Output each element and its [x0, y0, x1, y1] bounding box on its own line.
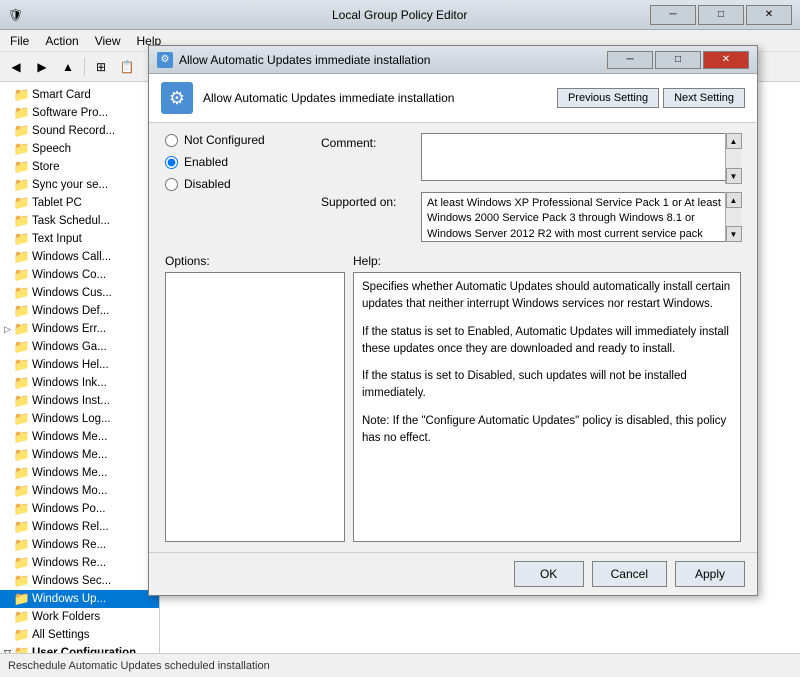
- dialog-title-bar: ⚙ Allow Automatic Updates immediate inst…: [149, 46, 757, 74]
- next-setting-button[interactable]: Next Setting: [663, 88, 745, 108]
- options-box: [165, 272, 345, 542]
- dialog-body: Not Configured Enabled Disabled Comment:: [149, 123, 757, 552]
- supported-scroll-up[interactable]: ▲: [726, 192, 742, 208]
- help-para-3: If the status is set to Disabled, such u…: [362, 368, 732, 403]
- expand-arrow: ▽: [4, 648, 14, 654]
- form-fields: Comment: ▲ ▼ Supported on:: [321, 133, 741, 250]
- comment-label: Comment:: [321, 133, 421, 150]
- settings-dialog: ⚙ Allow Automatic Updates immediate inst…: [148, 45, 758, 596]
- radio-section: Not Configured Enabled Disabled: [165, 133, 305, 250]
- options-help-row: Options: Help: Specifies whether Automat…: [165, 254, 741, 542]
- radio-enabled[interactable]: Enabled: [165, 155, 305, 169]
- disabled-radio[interactable]: [165, 178, 178, 191]
- options-section: Options:: [165, 254, 345, 542]
- help-label: Help:: [353, 254, 741, 268]
- dialog-minimize-button[interactable]: ─: [607, 51, 653, 69]
- comment-row: Comment: ▲ ▼: [321, 133, 741, 184]
- help-box: Specifies whether Automatic Updates shou…: [353, 272, 741, 542]
- sidebar-item-user-config[interactable]: ▽ 📁 User Configuration: [0, 644, 159, 653]
- folder-icon: 📁: [14, 645, 30, 653]
- supported-label: Supported on:: [321, 192, 421, 209]
- status-bar: Reschedule Automatic Updates scheduled i…: [0, 653, 800, 677]
- dialog-header-icon: ⚙: [161, 82, 193, 114]
- dialog-header-title: Allow Automatic Updates immediate instal…: [203, 91, 557, 105]
- folder-icon: 📁: [14, 627, 30, 643]
- radio-not-configured[interactable]: Not Configured: [165, 133, 305, 147]
- comment-textarea[interactable]: [421, 133, 741, 181]
- disabled-label: Disabled: [184, 177, 231, 191]
- expand-arrow: [4, 630, 14, 640]
- previous-setting-button[interactable]: Previous Setting: [557, 88, 659, 108]
- dialog-title-controls: ─ □ ✕: [607, 51, 749, 69]
- help-para-2: If the status is set to Enabled, Automat…: [362, 324, 732, 359]
- help-para-1: Specifies whether Automatic Updates shou…: [362, 279, 732, 314]
- dialog-maximize-button[interactable]: □: [655, 51, 701, 69]
- dialog-title-text: Allow Automatic Updates immediate instal…: [179, 53, 607, 67]
- supported-row: Supported on: At least Windows XP Profes…: [321, 192, 741, 242]
- sidebar-label-user: User Configuration: [32, 647, 136, 653]
- dialog-nav-buttons: Previous Setting Next Setting: [557, 88, 745, 108]
- dialog-header: ⚙ Allow Automatic Updates immediate inst…: [149, 74, 757, 123]
- sidebar-label-all: All Settings: [32, 629, 90, 641]
- help-section: Help: Specifies whether Automatic Update…: [353, 254, 741, 542]
- help-para-4: Note: If the "Configure Automatic Update…: [362, 413, 732, 448]
- dialog-footer: OK Cancel Apply: [149, 552, 757, 595]
- sidebar-item-all-settings[interactable]: 📁 All Settings: [0, 626, 159, 644]
- dialog-close-button[interactable]: ✕: [703, 51, 749, 69]
- status-text: Reschedule Automatic Updates scheduled i…: [8, 660, 270, 672]
- cancel-button[interactable]: Cancel: [592, 561, 667, 587]
- scroll-up-arrow[interactable]: ▲: [726, 133, 742, 149]
- dialog-overlay: ⚙ Allow Automatic Updates immediate inst…: [0, 0, 800, 625]
- enabled-radio[interactable]: [165, 156, 178, 169]
- enabled-label: Enabled: [184, 155, 228, 169]
- radio-disabled[interactable]: Disabled: [165, 177, 305, 191]
- apply-button[interactable]: Apply: [675, 561, 745, 587]
- options-label: Options:: [165, 254, 345, 268]
- not-configured-radio[interactable]: [165, 134, 178, 147]
- scroll-down-arrow[interactable]: ▼: [726, 168, 742, 184]
- ok-button[interactable]: OK: [514, 561, 584, 587]
- supported-scroll-down[interactable]: ▼: [726, 226, 742, 242]
- dialog-title-icon: ⚙: [157, 52, 173, 68]
- not-configured-label: Not Configured: [184, 133, 265, 147]
- supported-text: At least Windows XP Professional Service…: [421, 192, 741, 242]
